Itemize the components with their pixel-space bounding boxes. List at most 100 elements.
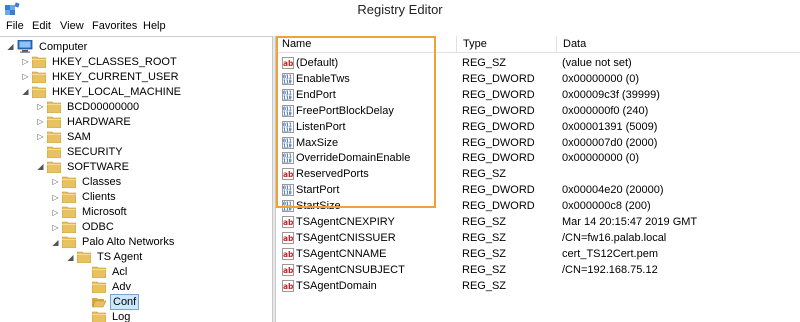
binary-value-icon: 011 110: [282, 72, 294, 85]
binary-value-icon: 011 110: [282, 200, 294, 213]
value-type: REG_DWORD: [462, 152, 535, 165]
value-row[interactable]: ab TSAgentCNSUBJECT REG_SZ/CN=192.168.75.1…: [276, 262, 800, 278]
value-row[interactable]: 011 110 StartPort REG_DWORD 0x00004e20 (2000…: [276, 182, 800, 198]
tree-node-palo-alto-networks[interactable]: ◢ Palo Alto Networks: [51, 235, 176, 250]
value-name: TSAgentCNSUBJECT: [296, 263, 405, 276]
column-header-data[interactable]: Data: [557, 36, 800, 53]
expand-arrow-icon[interactable]: ▷: [51, 220, 60, 235]
expand-arrow-icon[interactable]: ▷: [36, 114, 45, 129]
tree-node-microsoft[interactable]: ▷ Microsoft: [51, 205, 129, 220]
registry-values-list[interactable]: Name Type Data ab (Default) REG_SZ (value n…: [276, 36, 800, 322]
svg-text:ab: ab: [283, 218, 294, 227]
value-row[interactable]: ab (Default) REG_SZ (value not set): [276, 55, 800, 71]
folder-icon: [62, 236, 76, 249]
tree-node-label: SECURITY: [67, 145, 123, 158]
value-name: TSAgentCNISSUER: [296, 231, 396, 244]
value-name: StartSize: [296, 200, 341, 213]
collapse-arrow-icon[interactable]: ◢: [36, 159, 45, 174]
tree-node-sam[interactable]: ▷ SAM: [36, 129, 93, 144]
value-data: (value not set): [562, 57, 632, 69]
column-header-type[interactable]: Type: [457, 36, 557, 53]
string-value-icon: ab: [282, 57, 294, 69]
folder-icon: [92, 311, 106, 322]
value-row[interactable]: ab TSAgentCNEXPIRY REG_SZ Mar 14 20:15:47 2…: [276, 214, 800, 230]
tree-node-adv[interactable]: Adv: [81, 280, 133, 295]
expand-arrow-icon[interactable]: ▷: [21, 69, 30, 84]
menu-file[interactable]: File: [4, 20, 26, 32]
value-type: REG_DWORD: [462, 104, 535, 117]
value-row[interactable]: ab ReservedPorts REG_SZ: [276, 166, 800, 182]
folder-icon: [62, 176, 76, 188]
tree-node-hkey-current-user[interactable]: ▷ HKEY_CURRENT_USER: [21, 69, 181, 84]
expand-arrow-icon[interactable]: ▷: [51, 205, 60, 220]
tree-node-label: Palo Alto Networks: [82, 236, 175, 249]
tree-node-software[interactable]: ◢ SOFTWARE: [36, 159, 131, 174]
tree-node-label: Adv: [112, 281, 131, 294]
value-row[interactable]: 011 110 FreePortBlockDelay REG_DWORD 0x00000…: [276, 103, 800, 119]
value-type: REG_DWORD: [462, 200, 535, 213]
value-name: EndPort: [296, 88, 336, 101]
collapse-arrow-icon[interactable]: ◢: [21, 84, 30, 99]
value-row[interactable]: ab TSAgentCNISSUER REG_SZ/CN=fw16.palab.lo…: [276, 230, 800, 246]
value-data: 0x000000f0 (240): [562, 104, 649, 117]
svg-text:ab: ab: [283, 282, 294, 291]
value-row[interactable]: ab TSAgentDomain REG_SZ: [276, 278, 800, 294]
value-row[interactable]: 011 110 EnableTws REG_DWORD 0x00000000 (0): [276, 71, 800, 87]
value-name: TSAgentCNNAME: [296, 247, 387, 260]
binary-value-icon: 011 110: [282, 120, 294, 133]
tree-node-computer[interactable]: ◢ Computer: [6, 39, 89, 54]
tree-node-conf[interactable]: Conf: [81, 294, 140, 311]
collapse-arrow-icon[interactable]: ◢: [6, 39, 15, 54]
collapse-arrow-icon[interactable]: ◢: [51, 235, 60, 250]
binary-value-icon: 011 110: [282, 88, 294, 101]
value-data: 0x000007d0 (2000): [562, 136, 658, 149]
tree-node-clients[interactable]: ▷ Clients: [51, 190, 118, 205]
collapse-arrow-icon[interactable]: ◢: [66, 250, 75, 265]
folder-icon: [77, 251, 91, 264]
folder-icon: [92, 266, 106, 279]
tree-node-hardware[interactable]: ▷ HARDWARE: [36, 114, 133, 129]
value-name: TSAgentDomain: [296, 279, 377, 292]
expand-arrow-icon[interactable]: ▷: [36, 99, 45, 114]
menu-edit[interactable]: Edit: [30, 20, 53, 32]
value-row[interactable]: 011 110 OverrideDomainEnable REG_DWORD 0x000…: [276, 150, 800, 166]
svg-text:110: 110: [283, 127, 292, 133]
value-row[interactable]: 011 110 ListenPort REG_DWORD 0x00001391 (500…: [276, 119, 800, 135]
tree-node-hkey-classes-root[interactable]: ▷ HKEY_CLASSES_ROOT: [21, 54, 179, 69]
folder-icon: [47, 101, 61, 113]
expand-arrow-icon[interactable]: ▷: [51, 190, 60, 205]
value-row[interactable]: 011 110 EndPort REG_DWORD 0x00009c3f (39999): [276, 87, 800, 103]
value-row[interactable]: 011 110 MaxSize REG_DWORD 0x000007d0 (2000): [276, 135, 800, 151]
value-type: REG_DWORD: [462, 120, 535, 133]
string-value-icon: ab: [282, 247, 294, 260]
menu-favorites[interactable]: Favorites: [90, 20, 139, 32]
menu-bar: File Edit View Favorites Help: [0, 20, 800, 36]
folder-icon: [47, 131, 61, 143]
value-name: MaxSize: [296, 136, 339, 149]
value-name: ListenPort: [296, 120, 346, 133]
value-type: REG_DWORD: [462, 88, 535, 101]
expand-arrow-icon[interactable]: ▷: [36, 129, 45, 144]
tree-node-log[interactable]: Log: [81, 310, 132, 322]
value-row[interactable]: ab TSAgentCNNAME REG_SZ cert_TS12Cert.pem: [276, 246, 800, 262]
menu-help[interactable]: Help: [141, 20, 168, 32]
tree-node-label: HARDWARE: [67, 115, 131, 128]
folder-icon: [92, 281, 106, 294]
column-header-name[interactable]: Name: [276, 36, 457, 53]
tree-node-hkey-local-machine[interactable]: ◢ HKEY_LOCAL_MACHINE: [21, 84, 183, 99]
expand-arrow-icon[interactable]: ▷: [21, 54, 30, 69]
expand-arrow-icon[interactable]: ▷: [51, 174, 60, 189]
value-data: 0x00001391 (5009): [562, 120, 658, 133]
menu-view[interactable]: View: [58, 20, 86, 32]
tree-node-acl[interactable]: Acl: [81, 265, 129, 280]
tree-node-odbc[interactable]: ▷ ODBC: [51, 220, 116, 235]
tree-node-bcd00000000[interactable]: ▷ BCD00000000: [36, 99, 141, 114]
tree-node-classes[interactable]: ▷ Classes: [51, 174, 123, 189]
registry-key-tree[interactable]: ◢ Computer ▷ HKEY_CLASSES_ROOT ▷ HKEY_CURRENT…: [0, 36, 272, 322]
tree-node-security[interactable]: SECURITY: [36, 144, 125, 159]
tree-node-ts-agent[interactable]: ◢ TS Agent: [66, 250, 144, 265]
value-row[interactable]: 011 110 StartSize REG_DWORD 0x000000c8 (200): [276, 198, 800, 214]
value-name: StartPort: [296, 184, 340, 197]
